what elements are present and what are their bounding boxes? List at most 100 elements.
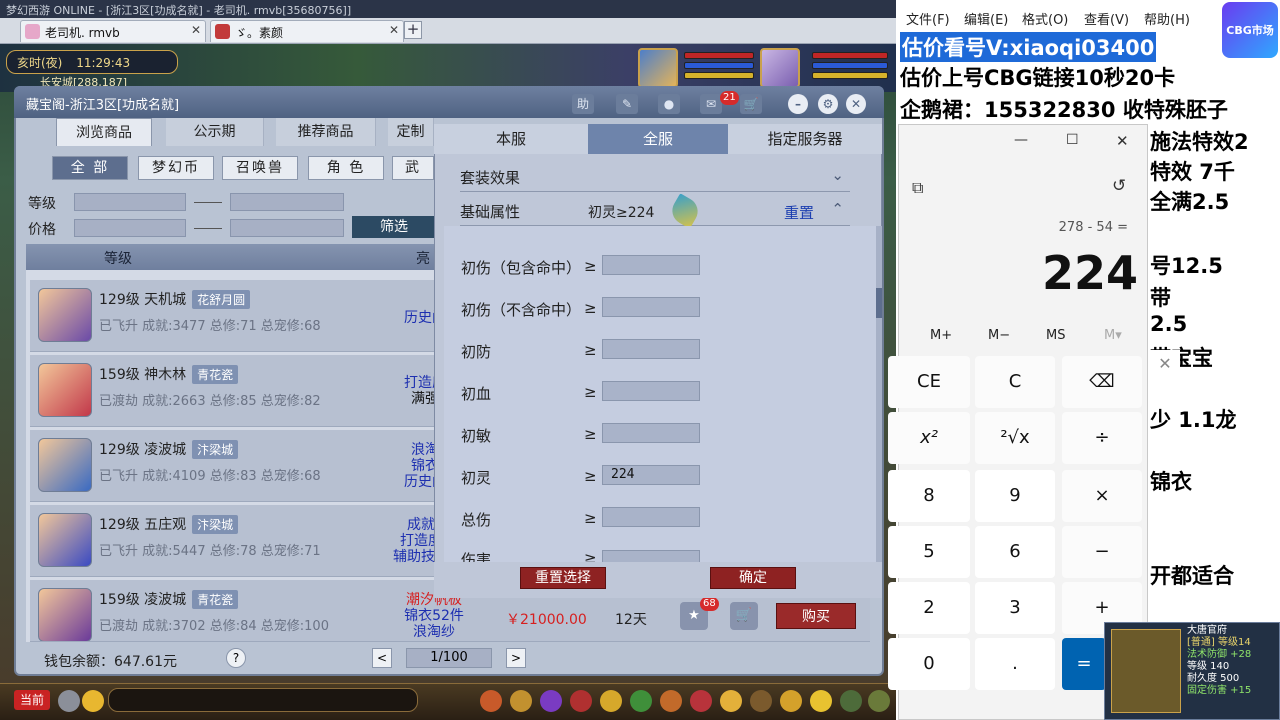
- close-icon[interactable]: ✕: [389, 23, 399, 37]
- tab-this-server[interactable]: 本服: [434, 124, 588, 154]
- equals-button[interactable]: =: [1062, 638, 1106, 690]
- gift-icon[interactable]: [780, 690, 802, 712]
- pet-portrait[interactable]: [638, 48, 678, 88]
- record-icon[interactable]: ●: [658, 94, 680, 114]
- level-max-input[interactable]: [230, 193, 344, 211]
- price-max-input[interactable]: [230, 219, 344, 237]
- square-button[interactable]: x²: [888, 412, 970, 464]
- mem-store-button[interactable]: MS: [1046, 328, 1065, 343]
- clear-button[interactable]: C: [975, 356, 1055, 408]
- attr-input[interactable]: [602, 339, 700, 359]
- digit-5-button[interactable]: 5: [888, 526, 970, 578]
- cart-icon[interactable]: 🛒: [730, 602, 758, 630]
- tab-recommended[interactable]: 推荐商品: [276, 118, 376, 146]
- tab-character-1[interactable]: 老司机. rmvb ✕: [20, 20, 206, 42]
- cart-icon[interactable]: 🛒: [740, 94, 762, 114]
- attr-input[interactable]: [602, 381, 700, 401]
- minimize-icon[interactable]: –: [788, 94, 808, 114]
- chevron-up-icon[interactable]: ⌃: [831, 200, 844, 218]
- confirm-button[interactable]: 确定: [710, 567, 796, 589]
- keep-on-top-icon[interactable]: ⧉: [912, 178, 923, 198]
- map-icon[interactable]: [750, 690, 772, 712]
- level-min-input[interactable]: [74, 193, 186, 211]
- close-icon[interactable]: ✕: [1150, 350, 1180, 378]
- system-icon[interactable]: [840, 690, 862, 712]
- close-icon[interactable]: ✕: [1116, 132, 1129, 150]
- digit-2-button[interactable]: 2: [888, 582, 970, 634]
- channel-button[interactable]: 当前: [14, 690, 50, 710]
- reset-selection-button[interactable]: 重置选择: [520, 567, 606, 589]
- guild-icon[interactable]: [630, 690, 652, 712]
- attr-input[interactable]: [602, 507, 700, 527]
- tab-all-servers[interactable]: 全服: [588, 124, 728, 154]
- ce-button[interactable]: CE: [888, 356, 970, 408]
- message-icon[interactable]: ✉: [700, 94, 722, 114]
- divide-button[interactable]: ÷: [1062, 412, 1142, 464]
- history-icon[interactable]: ↺: [1112, 176, 1126, 196]
- scrollbar[interactable]: [876, 226, 882, 562]
- quest-icon[interactable]: [660, 690, 682, 712]
- mem-list-button[interactable]: M▾: [1104, 328, 1122, 343]
- item-icon[interactable]: [510, 690, 532, 712]
- attr-input[interactable]: [602, 255, 700, 275]
- minus-button[interactable]: −: [1062, 526, 1142, 578]
- menu-help[interactable]: 帮助(H): [1144, 9, 1190, 28]
- attack-icon[interactable]: [480, 690, 502, 712]
- close-icon[interactable]: ✕: [191, 23, 201, 37]
- player-portrait[interactable]: [760, 48, 800, 88]
- digit-8-button[interactable]: 8: [888, 470, 970, 522]
- multiply-button[interactable]: ×: [1062, 470, 1142, 522]
- chevron-down-icon[interactable]: ⌄: [831, 166, 844, 184]
- trade-icon[interactable]: [600, 690, 622, 712]
- price-min-input[interactable]: [74, 219, 186, 237]
- menu-format[interactable]: 格式(O): [1022, 9, 1068, 28]
- scrollbar-thumb[interactable]: [876, 288, 882, 318]
- tab-public[interactable]: 公示期: [166, 118, 264, 146]
- base-attr-row[interactable]: 基础属性 初灵≥224 重置 ⌃: [460, 196, 850, 226]
- category-coins[interactable]: 梦幻币: [138, 156, 214, 180]
- tab-character-2[interactable]: ゞ。素颜 ✕: [210, 20, 404, 42]
- menu-edit[interactable]: 编辑(E): [964, 9, 1008, 28]
- buy-button[interactable]: 购买: [776, 603, 856, 629]
- set-effect-row[interactable]: 套装效果 ⌄: [460, 162, 850, 192]
- decimal-button[interactable]: .: [975, 638, 1055, 690]
- attr-input[interactable]: [602, 423, 700, 443]
- maximize-icon[interactable]: ☐: [1066, 132, 1079, 148]
- mem-sub-button[interactable]: M−: [988, 328, 1010, 343]
- menu-file[interactable]: 文件(F): [906, 9, 950, 28]
- tab-browse[interactable]: 浏览商品: [56, 118, 152, 146]
- category-roles[interactable]: 角 色: [308, 156, 384, 180]
- filter-button[interactable]: 筛选: [352, 216, 436, 238]
- category-pets[interactable]: 召唤兽: [222, 156, 298, 180]
- backspace-button[interactable]: ⌫: [1062, 356, 1142, 408]
- digit-0-button[interactable]: 0: [888, 638, 970, 690]
- edit-icon[interactable]: ✎: [616, 94, 638, 114]
- smile-icon[interactable]: [810, 690, 832, 712]
- reset-link[interactable]: 重置: [784, 202, 814, 223]
- prev-page-button[interactable]: <: [372, 648, 392, 668]
- attr-input[interactable]: [602, 550, 700, 562]
- pet-icon[interactable]: [570, 690, 592, 712]
- microphone-icon[interactable]: [58, 690, 80, 712]
- gear-icon[interactable]: ⚙: [818, 94, 838, 114]
- emoji-icon[interactable]: [82, 690, 104, 712]
- chat-input[interactable]: [108, 688, 418, 712]
- close-icon[interactable]: ✕: [846, 94, 866, 114]
- category-weapons[interactable]: 武: [392, 156, 434, 180]
- team-icon[interactable]: [540, 690, 562, 712]
- digit-6-button[interactable]: 6: [975, 526, 1055, 578]
- mem-add-button[interactable]: M+: [930, 328, 952, 343]
- attr-input[interactable]: [602, 297, 700, 317]
- menu-view[interactable]: 查看(V): [1084, 9, 1129, 28]
- digit-9-button[interactable]: 9: [975, 470, 1055, 522]
- attr-input-ling[interactable]: 224: [602, 465, 700, 485]
- help-button[interactable]: 助: [572, 94, 594, 114]
- settings-icon[interactable]: [868, 690, 890, 712]
- friend-icon[interactable]: [690, 690, 712, 712]
- category-all[interactable]: 全 部: [52, 156, 128, 180]
- new-tab-button[interactable]: +: [404, 21, 422, 39]
- minimize-icon[interactable]: —: [1014, 132, 1028, 148]
- root-button[interactable]: ²√x: [975, 412, 1055, 464]
- tab-specific-server[interactable]: 指定服务器: [728, 124, 882, 154]
- skill-icon[interactable]: [720, 690, 742, 712]
